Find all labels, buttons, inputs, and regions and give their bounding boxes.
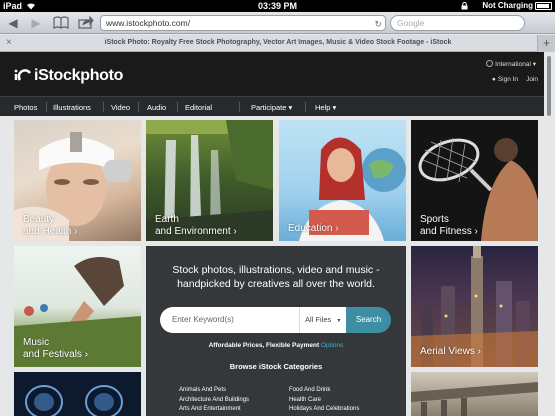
tile-earth-line2: and Environment xyxy=(155,226,231,237)
tile-science-partial[interactable] xyxy=(14,372,141,416)
tile-sports-label: Sports and Fitness › xyxy=(420,214,478,237)
panel-headline-line2: handpicked by creatives all over the wor… xyxy=(177,278,375,290)
nav-divider xyxy=(305,102,306,112)
search-field[interactable]: Google xyxy=(390,15,525,31)
forward-icon[interactable]: ▶ xyxy=(27,15,45,31)
building-image xyxy=(411,382,538,416)
pricing-note: Affordable Prices, Flexible Payment Opti… xyxy=(146,342,406,349)
panel-headline-line1: Stock photos, illustrations, video and m… xyxy=(172,264,380,276)
share-icon[interactable] xyxy=(78,16,94,29)
tile-education-label: Education › xyxy=(288,223,339,234)
tab-bar: × iStock Photo: Royalty Free Stock Photo… xyxy=(0,35,555,52)
search-button[interactable]: Search xyxy=(346,307,391,333)
nav-participate[interactable]: Participate ▾ xyxy=(251,103,292,112)
nav-editorial[interactable]: Editorial xyxy=(185,103,212,112)
browser-toolbar: ◀ ▶ www.istockphoto.com/ ↻ Google xyxy=(0,12,555,34)
chevron-down-icon: ▾ xyxy=(288,103,293,112)
panel-headline: Stock photos, illustrations, video and m… xyxy=(146,263,406,291)
back-icon[interactable]: ◀ xyxy=(4,15,22,31)
page-scrollbar-thumb[interactable] xyxy=(547,56,551,116)
pricing-text: Affordable Prices, Flexible Payment xyxy=(208,342,320,349)
tile-beauty[interactable]: Beauty and Health › xyxy=(14,120,141,241)
payment-options-link[interactable]: Options xyxy=(321,342,343,349)
tile-aerial-line1: Aerial Views xyxy=(420,346,475,357)
tile-earth-label: Earth and Environment › xyxy=(155,214,237,237)
search-panel: Stock photos, illustrations, video and m… xyxy=(146,246,406,416)
content-grid: Beauty and Health › Earth and Environmen… xyxy=(0,116,544,416)
nav-help[interactable]: Help ▾ xyxy=(315,103,336,112)
chevron-down-icon: ▾ xyxy=(332,103,337,112)
tile-sports[interactable]: Sports and Fitness › xyxy=(411,120,538,241)
tile-sports-line1: Sports xyxy=(420,214,449,225)
istock-logo-icon xyxy=(14,69,32,81)
tile-music-line1: Music xyxy=(23,337,50,348)
tile-architecture-partial[interactable] xyxy=(411,372,538,416)
nav-photos[interactable]: Photos xyxy=(14,103,37,112)
tile-music-label: Music and Festivals › xyxy=(23,337,89,360)
tile-earth[interactable]: Earth and Environment › xyxy=(146,120,273,241)
tile-music-line2: and Festivals xyxy=(23,349,82,360)
new-tab-icon[interactable]: + xyxy=(537,35,555,52)
sign-in-link[interactable]: Sign In xyxy=(498,76,518,83)
region-label: International xyxy=(495,61,531,68)
nav-video[interactable]: Video xyxy=(111,103,130,112)
url-text: www.istockphoto.com/ xyxy=(106,18,191,28)
tile-music[interactable]: Music and Festivals › xyxy=(14,246,141,367)
tile-sports-line2: and Fitness xyxy=(420,226,472,237)
nav-audio[interactable]: Audio xyxy=(147,103,166,112)
nav-illustrations[interactable]: Illustrations xyxy=(53,103,91,112)
tile-education[interactable]: Education › xyxy=(279,120,406,241)
keyword-input[interactable]: Enter Keyword(s) xyxy=(160,307,299,333)
nav-divider xyxy=(239,102,240,112)
file-type-value: All Files xyxy=(305,315,332,324)
file-type-select[interactable]: All Files ▾ xyxy=(299,307,346,333)
istock-logo[interactable]: iStockphoto xyxy=(14,67,123,85)
tab-title[interactable]: iStock Photo: Royalty Free Stock Photogr… xyxy=(18,39,538,46)
tile-aerial[interactable]: Aerial Views › xyxy=(411,246,538,367)
keyword-search: Enter Keyword(s) All Files ▾ Search xyxy=(160,307,391,333)
nav-divider xyxy=(138,102,139,112)
nav-participate-label: Participate xyxy=(251,103,287,112)
globe-icon xyxy=(486,60,494,67)
reload-icon[interactable]: ↻ xyxy=(374,17,382,31)
tile-beauty-line1: Beauty xyxy=(23,214,55,225)
nav-divider xyxy=(46,102,47,112)
user-icon: ● xyxy=(491,76,496,83)
logo-text: iStockphoto xyxy=(34,67,124,84)
category-link[interactable]: Architecture And Buildings xyxy=(179,397,249,403)
tile-aerial-label: Aerial Views › xyxy=(420,346,481,357)
nav-help-label: Help xyxy=(315,103,331,112)
category-link[interactable]: Arts And Entertainment xyxy=(179,406,241,412)
url-field[interactable]: www.istockphoto.com/ ↻ xyxy=(100,15,386,31)
status-bar: iPad 03:39 PM Not Charging xyxy=(0,0,555,12)
region-selector[interactable]: International ▾ xyxy=(486,60,536,68)
category-link[interactable]: Animals And Pets xyxy=(179,387,226,393)
battery-status: Not Charging xyxy=(482,1,533,10)
close-tab-icon[interactable]: × xyxy=(6,37,12,48)
rotation-lock-icon xyxy=(461,2,468,10)
account-links: ● Sign In Join xyxy=(492,76,538,83)
nav-divider xyxy=(103,102,104,112)
battery-icon xyxy=(535,2,552,10)
category-link[interactable]: Holidays And Celebrations xyxy=(289,406,359,412)
chevron-down-icon: ▾ xyxy=(337,318,341,324)
tile-earth-line1: Earth xyxy=(155,214,179,225)
bookmarks-icon[interactable] xyxy=(53,16,69,29)
main-nav: Photos Illustrations Video Audio Editori… xyxy=(0,96,544,116)
xray-image xyxy=(25,385,123,416)
tile-education-line1: Education xyxy=(288,223,333,234)
nav-divider xyxy=(177,102,178,112)
join-link[interactable]: Join xyxy=(526,76,538,83)
tile-beauty-line2: and Health xyxy=(23,226,72,237)
category-link[interactable]: Health Care xyxy=(289,397,321,403)
clock: 03:39 PM xyxy=(257,1,298,11)
site-header: iStockphoto International ▾ ● Sign In Join xyxy=(0,52,544,96)
tile-beauty-label: Beauty and Health › xyxy=(23,214,78,237)
category-link[interactable]: Food And Drink xyxy=(289,387,330,393)
browse-categories-title: Browse iStock Categories xyxy=(229,362,323,371)
